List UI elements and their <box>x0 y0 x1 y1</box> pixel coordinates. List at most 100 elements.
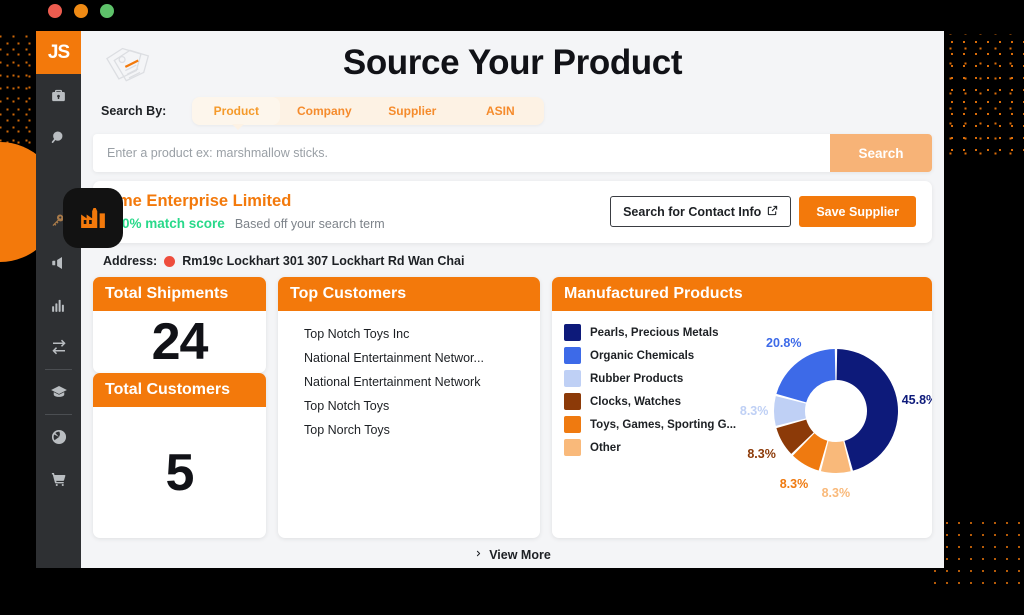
minimize-button[interactable] <box>74 4 88 18</box>
sidebar-item-refunds[interactable] <box>36 326 81 368</box>
sidebar-item-promotions[interactable] <box>36 242 81 284</box>
app-logo[interactable]: JS <box>36 31 81 74</box>
legend-swatch-0 <box>564 324 581 341</box>
map-pin-icon <box>164 255 176 267</box>
shopping-cart-icon <box>50 470 68 488</box>
supplier-match-row: 100% match score Based off your search t… <box>107 216 385 231</box>
factory-icon <box>78 203 108 233</box>
list-item: Top Norch Toys <box>304 418 528 442</box>
legend-item: Rubber Products <box>564 370 736 387</box>
legend-item: Clocks, Watches <box>564 393 736 410</box>
stats-card-grid: Total Shipments 24 Total Customers 5 Top… <box>93 277 932 542</box>
total-customers-title: Total Customers <box>93 373 266 407</box>
sidebar-item-academy[interactable] <box>36 371 81 413</box>
sidebar-item-global[interactable] <box>36 416 81 458</box>
search-contact-info-button[interactable]: Search for Contact Info <box>610 196 792 227</box>
search-bar: Search <box>93 134 932 172</box>
tab-product[interactable]: Product <box>192 97 281 125</box>
legend-label: Toys, Games, Sporting G... <box>590 418 737 431</box>
legend-swatch-2 <box>564 370 581 387</box>
total-customers-value: 5 <box>165 443 195 502</box>
legend-item: Organic Chemicals <box>564 347 736 364</box>
list-item: Top Notch Toys Inc <box>304 322 528 346</box>
tab-supplier[interactable]: Supplier <box>368 97 456 125</box>
graduation-cap-icon <box>50 383 68 401</box>
legend-item: Pearls, Precious Metals <box>564 324 736 341</box>
window-controls <box>48 4 114 18</box>
legend-swatch-1 <box>564 347 581 364</box>
sidebar-item-toolbox[interactable] <box>36 74 81 116</box>
tab-company[interactable]: Company <box>280 97 368 125</box>
list-item: National Entertainment Network <box>304 370 528 394</box>
total-shipments-title: Total Shipments <box>93 277 266 311</box>
search-by-label: Search By: <box>101 104 167 118</box>
sidebar-divider-1 <box>45 369 72 370</box>
total-shipments-value: 24 <box>151 313 209 371</box>
slice-value-organic: 20.8% <box>766 335 802 350</box>
sidebar: JS <box>36 31 81 568</box>
list-item: Top Notch Toys <box>304 394 528 418</box>
manufactured-products-card: Manufactured Products Pearls, Precious M… <box>552 277 932 538</box>
slice-value-toys: 8.3% <box>779 476 809 491</box>
chevron-right-icon <box>474 546 483 564</box>
sidebar-item-search[interactable] <box>36 116 81 158</box>
slice-value-rubber: 8.3% <box>739 404 769 418</box>
list-item: National Entertainment Networ... <box>304 346 528 370</box>
external-link-icon <box>767 205 778 219</box>
match-score: 100% match score <box>107 216 225 231</box>
legend-label: Clocks, Watches <box>590 395 681 408</box>
manufactured-products-title: Manufactured Products <box>552 277 932 311</box>
address-row: Address: Rm19c Lockhart 301 307 Lockhart… <box>93 243 932 277</box>
total-customers-card: Total Customers 5 <box>93 373 266 538</box>
slice-value-other: 8.3% <box>821 485 851 500</box>
close-button[interactable] <box>48 4 62 18</box>
supplier-summary-card: Sme Enterprise Limited 100% match score … <box>93 181 932 243</box>
magnifier-icon <box>50 129 67 146</box>
refresh-icon <box>50 338 68 356</box>
tab-asin[interactable]: ASIN <box>456 97 544 125</box>
save-supplier-button[interactable]: Save Supplier <box>799 196 916 227</box>
manufactured-products-column: Manufactured Products Pearls, Precious M… <box>552 277 932 538</box>
top-customers-column: Top Customers Top Notch Toys Inc Nationa… <box>278 277 540 538</box>
legend-label: Rubber Products <box>590 372 684 385</box>
view-more-button[interactable]: View More <box>93 542 932 568</box>
search-by-row: Search By: Product Company Supplier ASIN <box>93 93 932 130</box>
supplier-actions: Search for Contact Info Save Supplier <box>610 196 916 227</box>
top-customers-card: Top Customers Top Notch Toys Inc Nationa… <box>278 277 540 538</box>
megaphone-icon <box>50 254 68 272</box>
legend-label: Other <box>590 441 621 454</box>
address-value: Rm19c Lockhart 301 307 Lockhart Rd Wan C… <box>182 254 465 268</box>
slice-value-clocks: 8.3% <box>747 446 776 461</box>
top-customers-title: Top Customers <box>278 277 540 311</box>
sidebar-item-supplier-active[interactable] <box>63 188 123 248</box>
match-note: Based off your search term <box>234 217 385 231</box>
supplier-name: Sme Enterprise Limited <box>107 192 292 210</box>
legend-item: Toys, Games, Sporting G... <box>564 416 736 433</box>
search-type-tabs: Product Company Supplier ASIN <box>192 97 545 130</box>
search-input[interactable] <box>93 134 830 172</box>
legend-label: Organic Chemicals <box>590 349 695 362</box>
background-dots-left <box>0 34 40 154</box>
sidebar-item-analytics[interactable] <box>36 284 81 326</box>
globe-icon <box>50 428 68 446</box>
maximize-button[interactable] <box>100 4 114 18</box>
legend-item: Other <box>564 439 736 456</box>
page-header: Source Your Product <box>93 31 932 93</box>
chart-body: Pearls, Precious Metals Organic Chemical… <box>552 311 932 538</box>
sidebar-divider-2 <box>45 414 72 415</box>
search-contact-info-label: Search for Contact Info <box>623 204 762 219</box>
donut-slice <box>776 349 836 403</box>
briefcase-icon <box>50 87 67 104</box>
sidebar-item-cart[interactable] <box>36 458 81 500</box>
bar-chart-icon <box>50 297 67 314</box>
page-title: Source Your Product <box>342 43 683 82</box>
main-content: Source Your Product Search By: Product C… <box>81 31 944 568</box>
legend-label: Pearls, Precious Metals <box>590 326 719 339</box>
address-label: Address: <box>103 254 158 268</box>
total-shipments-card: Total Shipments 24 <box>93 277 266 373</box>
search-button[interactable]: Search <box>830 134 932 172</box>
top-customers-list: Top Notch Toys Inc National Entertainmen… <box>278 311 540 442</box>
supplier-info: Sme Enterprise Limited 100% match score … <box>107 192 385 231</box>
stats-column: Total Shipments 24 Total Customers 5 <box>93 277 266 538</box>
slice-value-pearls: 45.8% <box>901 393 932 408</box>
